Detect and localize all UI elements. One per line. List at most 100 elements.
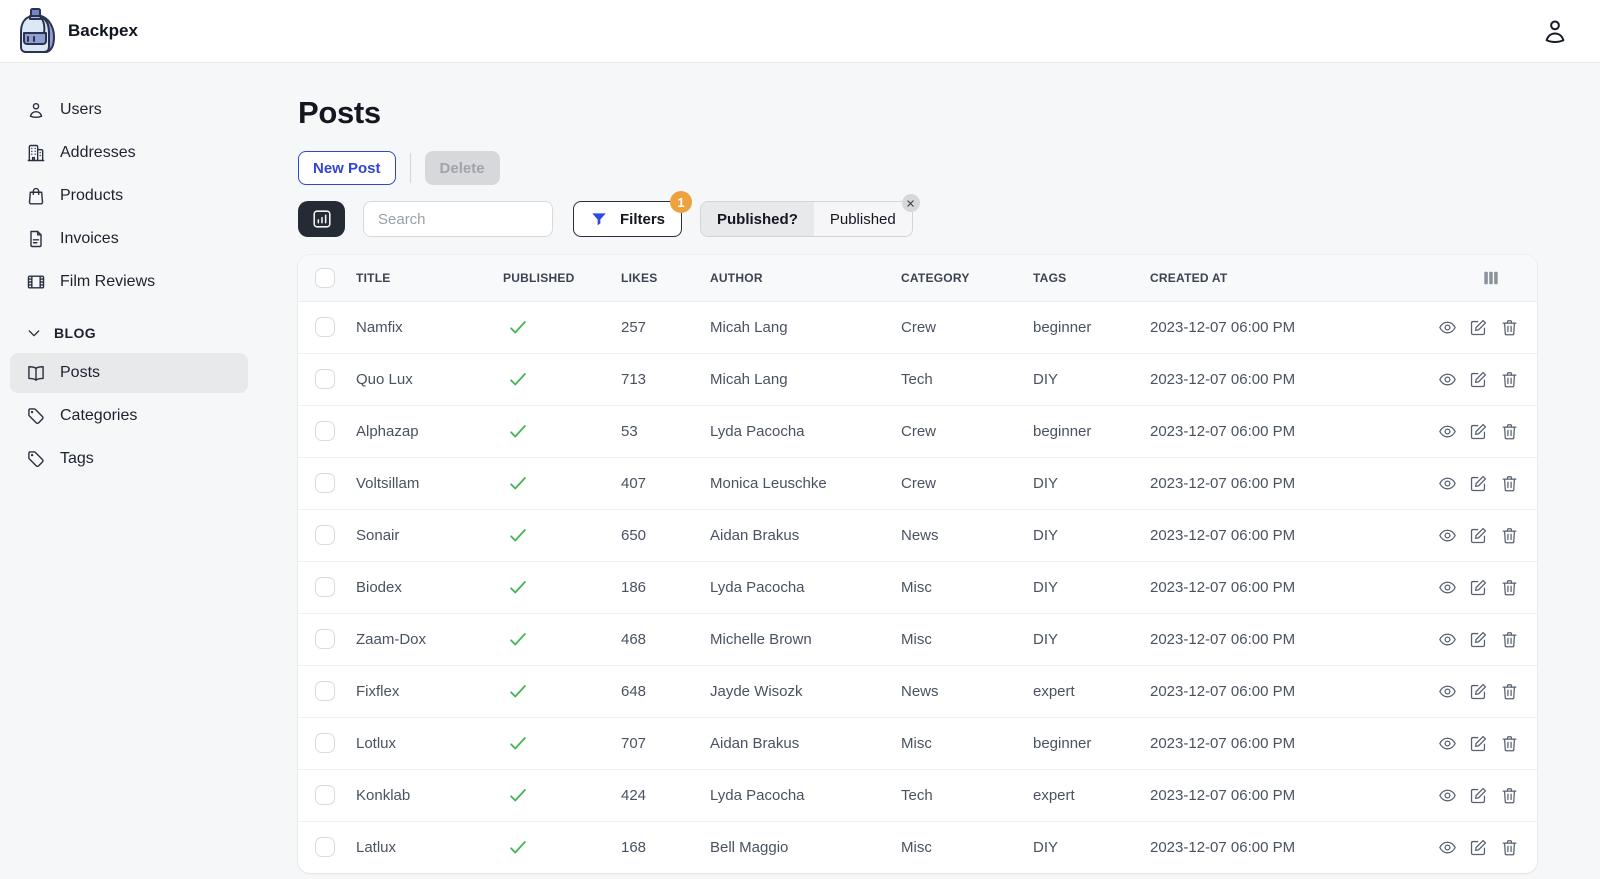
new-post-button[interactable]: New Post [298, 151, 396, 185]
check-icon [510, 633, 526, 646]
edit-button[interactable] [1469, 682, 1488, 701]
delete-row-button[interactable] [1500, 838, 1519, 857]
cell-category: Tech [901, 768, 1033, 821]
search-input[interactable] [363, 201, 553, 237]
column-header-tags[interactable]: TAGS [1033, 255, 1150, 302]
delete-row-button[interactable] [1500, 682, 1519, 701]
sidebar-item-invoices[interactable]: Invoices [10, 219, 248, 259]
edit-button[interactable] [1469, 474, 1488, 493]
cell-category: News [901, 508, 1033, 561]
cell-category: Crew [901, 318, 937, 336]
cell-category: Misc [901, 560, 1033, 613]
cell-author: Jayde Wisozk [710, 664, 901, 717]
view-button[interactable] [1438, 630, 1457, 649]
pencil-square-icon [1470, 319, 1487, 335]
row-checkbox[interactable] [315, 421, 335, 441]
select-all-checkbox[interactable] [315, 267, 335, 288]
delete-row-button[interactable] [1500, 734, 1519, 753]
table-row: Zaam-Dox 468 Michelle Brown Misc DIY 202… [298, 612, 1537, 665]
edit-button[interactable] [1469, 786, 1488, 805]
cell-tags: expert [1033, 664, 1150, 717]
sidebar-item-addresses[interactable]: Addresses [10, 133, 248, 173]
delete-row-button[interactable] [1500, 474, 1519, 493]
cell-likes: 53 [621, 404, 710, 457]
sidebar-item-products[interactable]: Products [10, 176, 248, 216]
row-checkbox[interactable] [315, 785, 335, 805]
table-row: Lotlux 707 Aidan Brakus Misc beginner 20… [298, 716, 1537, 769]
column-header-published[interactable]: PUBLISHED [503, 255, 621, 302]
sidebar-item-posts[interactable]: Posts [10, 353, 248, 393]
cell-likes: 257 [621, 318, 647, 336]
view-button[interactable] [1438, 838, 1457, 857]
delete-row-button[interactable] [1500, 786, 1519, 805]
row-checkbox[interactable] [315, 317, 335, 337]
cell-created-at: 2023-12-07 06:00 PM [1150, 508, 1420, 561]
view-button[interactable] [1438, 370, 1457, 389]
delete-row-button[interactable] [1500, 318, 1519, 337]
sidebar-item-film-reviews[interactable]: Film Reviews [10, 262, 248, 302]
film-icon [27, 275, 45, 289]
row-checkbox[interactable] [315, 733, 335, 753]
view-button[interactable] [1438, 422, 1457, 441]
row-checkbox[interactable] [315, 837, 335, 858]
remove-filter-button[interactable] [901, 194, 920, 212]
column-header-title[interactable]: TITLE [356, 255, 503, 302]
sidebar-item-tags[interactable]: Tags [10, 439, 248, 479]
filters-button[interactable]: Filters 1 [573, 191, 693, 237]
toggle-metrics-button[interactable] [298, 201, 345, 237]
row-checkbox[interactable] [315, 629, 335, 649]
edit-button[interactable] [1469, 630, 1488, 649]
brand: Backpex [14, 7, 138, 55]
delete-row-button[interactable] [1500, 526, 1519, 545]
cell-published [503, 560, 621, 613]
edit-button[interactable] [1469, 370, 1488, 389]
edit-button[interactable] [1469, 422, 1488, 441]
row-checkbox[interactable] [315, 577, 335, 597]
column-header-likes[interactable]: LIKES [621, 255, 710, 302]
column-header-author[interactable]: AUTHOR [710, 255, 901, 302]
table-row: Latlux 168 Bell Maggio Misc DIY 2023-12-… [298, 820, 1537, 873]
cell-category: Misc [901, 820, 1033, 873]
row-checkbox[interactable] [315, 473, 335, 493]
sidebar-item-label: Products [60, 187, 124, 204]
sidebar-item-users[interactable]: Users [10, 90, 248, 130]
delete-button[interactable]: Delete [424, 151, 500, 185]
cell-likes: 424 [621, 768, 710, 821]
edit-button[interactable] [1469, 318, 1488, 337]
cell-title: Fixflex [356, 664, 503, 717]
sidebar-item-categories[interactable]: Categories [10, 396, 248, 436]
edit-button[interactable] [1469, 578, 1488, 597]
topbar: Backpex [0, 0, 1600, 63]
view-button[interactable] [1438, 786, 1457, 805]
user-menu-button[interactable] [1538, 14, 1572, 48]
view-button[interactable] [1438, 682, 1457, 701]
view-button[interactable] [1438, 578, 1457, 597]
delete-row-button[interactable] [1500, 422, 1519, 441]
view-button[interactable] [1438, 318, 1457, 337]
edit-button[interactable] [1469, 734, 1488, 753]
delete-row-button[interactable] [1500, 630, 1519, 649]
tag-icon [28, 451, 44, 468]
cell-title: Namfix [356, 318, 403, 336]
column-header-category[interactable]: CATEGORY [901, 255, 1033, 302]
toggle-columns-button[interactable] [1481, 268, 1501, 288]
cell-published [503, 820, 621, 873]
sidebar-section-blog[interactable]: BLOG [10, 316, 248, 350]
row-checkbox[interactable] [315, 369, 335, 389]
filter-chip-value[interactable]: Published [813, 202, 912, 236]
delete-row-button[interactable] [1500, 578, 1519, 597]
edit-button[interactable] [1469, 526, 1488, 545]
row-actions [1420, 578, 1519, 597]
row-actions [1420, 474, 1519, 493]
filter-chip-name[interactable]: Published? [701, 202, 814, 236]
row-checkbox[interactable] [315, 525, 335, 545]
delete-row-button[interactable] [1500, 370, 1519, 389]
edit-button[interactable] [1469, 838, 1488, 857]
view-button[interactable] [1438, 526, 1457, 545]
column-header-created-at[interactable]: CREATED AT [1150, 255, 1420, 302]
row-checkbox[interactable] [315, 681, 335, 701]
view-button[interactable] [1438, 734, 1457, 753]
view-button[interactable] [1438, 474, 1457, 493]
cell-likes: 713 [621, 352, 710, 405]
sidebar-item-label: Film Reviews [60, 273, 156, 290]
